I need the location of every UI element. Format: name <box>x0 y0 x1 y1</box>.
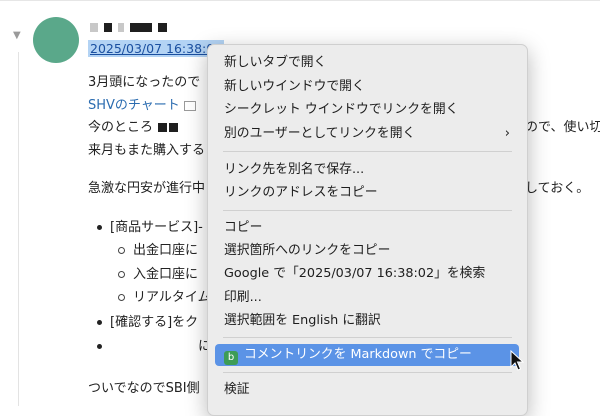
menu-item-save-link-as[interactable]: リンク先を別名で保存... <box>215 159 519 181</box>
menu-item-open-new-window[interactable]: 新しいウインドウで開く <box>215 76 519 98</box>
menu-separator <box>223 337 512 338</box>
redacted-block <box>169 123 179 132</box>
top-divider <box>0 0 600 1</box>
bullet-circle-icon <box>118 294 125 301</box>
avatar[interactable] <box>33 17 79 63</box>
collapse-toggle-icon[interactable]: ▼ <box>13 30 21 42</box>
post-line-3: 今のところ <box>88 118 179 137</box>
redacted-block <box>158 123 168 132</box>
extension-b-icon: b <box>224 351 238 365</box>
post-line-3-text: 今のところ <box>88 120 154 135</box>
mouse-pointer-icon <box>510 350 524 371</box>
post-line-4: 来月もまた購入する <box>88 143 206 158</box>
list-item: 出金口座に <box>118 241 198 260</box>
post-timestamp-link[interactable]: 2025/03/07 16:38:02 <box>88 40 225 57</box>
list-item-text: 入金口座に <box>133 267 199 282</box>
menu-item-copy-link-to-highlight[interactable]: 選択箇所へのリンクをコピー <box>215 240 519 262</box>
post-paragraph-2: 急激な円安が進行中 <box>88 181 206 196</box>
list-item-text: リアルタイム <box>133 290 211 305</box>
menu-separator <box>223 151 512 152</box>
shv-chart-link-label[interactable]: SHVのチャート <box>88 98 180 113</box>
post-footer-line: ついでなのでSBI側 <box>88 381 200 396</box>
menu-item-inspect[interactable]: 検証 <box>215 379 519 401</box>
menu-item-copy[interactable]: コピー <box>215 217 519 239</box>
bullet-circle-icon <box>118 247 125 254</box>
bullet-dot-icon <box>97 225 102 230</box>
menu-item-open-new-tab[interactable]: 新しいタブで開く <box>215 52 519 74</box>
menu-item-open-as-user[interactable]: 別のユーザーとしてリンクを開く › <box>215 123 519 145</box>
menu-item-copy-comment-link-markdown[interactable]: b コメントリンクを Markdown でコピー <box>215 344 519 366</box>
context-menu: 新しいタブで開く 新しいウインドウで開く シークレット ウインドウでリンクを開く… <box>207 44 528 416</box>
list-item-text: [確認する]をク <box>110 315 199 330</box>
list-item: [確認する]をク <box>97 313 198 332</box>
bullet-dot-icon <box>97 320 102 325</box>
post-paragraph-2-tail: しておく。 <box>525 181 590 196</box>
post-line-3-tail: ので、使い切 <box>525 120 600 135</box>
author-name-redacted <box>90 21 167 33</box>
external-link-icon <box>183 100 196 111</box>
menu-separator <box>223 210 512 211</box>
list-item-text: [商品サービス]- <box>110 220 203 235</box>
post-line-1: 3月頭になったので <box>88 75 201 90</box>
list-item <box>97 337 110 356</box>
menu-item-open-incognito[interactable]: シークレット ウインドウでリンクを開く <box>215 99 519 121</box>
shv-chart-link[interactable]: SHVのチャート <box>88 96 196 115</box>
list-item: 入金口座に <box>118 265 198 284</box>
thread-line <box>18 52 19 406</box>
list-item: [商品サービス]- <box>97 218 203 237</box>
menu-separator <box>223 372 512 373</box>
list-item: リアルタイム <box>118 288 211 307</box>
list-item-text: 出金口座に <box>133 243 199 258</box>
bullet-circle-icon <box>118 271 125 278</box>
menu-item-copy-link-address[interactable]: リンクのアドレスをコピー <box>215 182 519 204</box>
menu-item-label: 別のユーザーとしてリンクを開く <box>224 126 416 141</box>
menu-item-label: コメントリンクを Markdown でコピー <box>244 347 472 362</box>
chevron-right-icon: › <box>504 126 510 141</box>
menu-item-print[interactable]: 印刷... <box>215 287 519 309</box>
menu-item-search-google[interactable]: Google で「2025/03/07 16:38:02」を検索 <box>215 263 519 285</box>
menu-item-translate[interactable]: 選択範囲を English に翻訳 <box>215 310 519 332</box>
bullet-dot-icon <box>97 344 102 349</box>
